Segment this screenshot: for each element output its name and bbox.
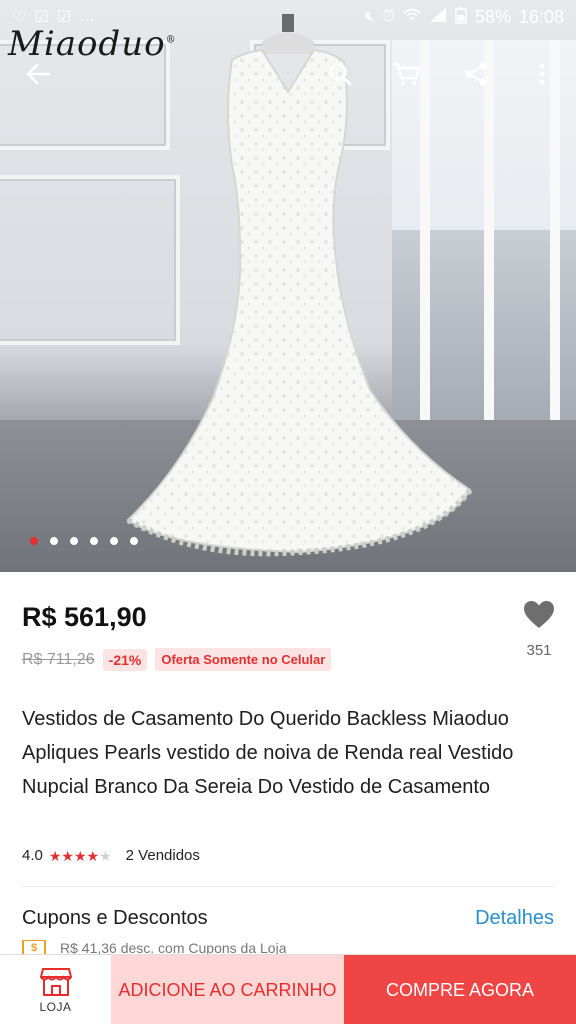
store-icon xyxy=(39,967,72,996)
rating-value: 4.0 xyxy=(22,847,43,864)
more-options-button[interactable] xyxy=(518,46,566,102)
top-action-bar xyxy=(0,46,576,102)
wifi-icon xyxy=(403,8,421,27)
more-vert-icon xyxy=(539,63,545,85)
coupons-details-link[interactable]: Detalhes xyxy=(475,907,554,930)
product-image-gallery[interactable]: ♡ ☑ ☑ … 🔇︎ ⏰︎ 58% 16:08 Miaoduo® xyxy=(0,0,576,572)
cart-icon xyxy=(393,62,420,86)
discount-badge: -21% xyxy=(102,648,148,671)
coupons-title: Cupons e Descontos xyxy=(22,907,208,929)
registered-mark: ® xyxy=(165,34,177,46)
buy-now-button[interactable]: COMPRE AGORA xyxy=(344,955,576,1024)
gallery-dot[interactable] xyxy=(130,537,138,545)
add-to-cart-button[interactable]: ADICIONE AO CARRINHO xyxy=(111,955,344,1024)
product-title: Vestidos de Casamento Do Querido Backles… xyxy=(22,708,514,798)
heart-icon xyxy=(524,601,554,628)
original-price: R$ 711,26 xyxy=(22,650,95,668)
back-arrow-icon xyxy=(26,63,51,85)
star-filled-icon: ★ xyxy=(73,847,87,864)
share-button[interactable] xyxy=(452,46,500,102)
store-button[interactable]: LOJA xyxy=(0,955,111,1024)
gallery-dot[interactable] xyxy=(70,537,78,545)
mobile-offer-badge: Oferta Somente no Celular xyxy=(155,648,332,671)
search-icon xyxy=(329,63,352,86)
signal-icon xyxy=(429,7,447,28)
price-details-row: R$ 711,26 -21% Oferta Somente no Celular xyxy=(22,648,332,671)
back-button[interactable] xyxy=(14,46,62,102)
store-label: LOJA xyxy=(39,999,72,1014)
rating-stars: ★ ★ ★ ★ ★ xyxy=(49,849,112,863)
star-filled-icon: ★ xyxy=(61,847,74,864)
star-filled-icon: ★ xyxy=(86,847,100,864)
gallery-dot[interactable] xyxy=(50,537,58,545)
bottom-action-bar: LOJA ADICIONE AO CARRINHO COMPRE AGORA xyxy=(0,954,576,1024)
gallery-dot[interactable] xyxy=(30,537,38,545)
wishlist-button[interactable]: 351 xyxy=(515,600,563,659)
gallery-dot[interactable] xyxy=(110,537,118,545)
clock-time: 16:08 xyxy=(518,6,564,27)
mute-icon: 🔇︎ xyxy=(364,8,375,25)
battery-percent: 58% xyxy=(474,6,511,27)
sold-count: 2 Vendidos xyxy=(125,847,200,864)
wishlist-count: 351 xyxy=(526,642,552,659)
cart-button[interactable] xyxy=(382,46,430,102)
battery-icon xyxy=(455,6,467,29)
gallery-pagination xyxy=(24,532,144,550)
star-filled-icon: ★ xyxy=(48,847,62,864)
product-price: R$ 561,90 xyxy=(22,602,147,632)
gallery-dot[interactable] xyxy=(90,537,98,545)
alarm-icon: ⏰︎ xyxy=(382,8,395,25)
section-divider xyxy=(22,886,554,887)
rating-row[interactable]: 4.0 ★ ★ ★ ★ ★ 2 Vendidos xyxy=(22,847,200,864)
star-empty-icon: ★ xyxy=(99,847,112,864)
search-button[interactable] xyxy=(316,46,364,102)
share-icon xyxy=(465,62,487,86)
